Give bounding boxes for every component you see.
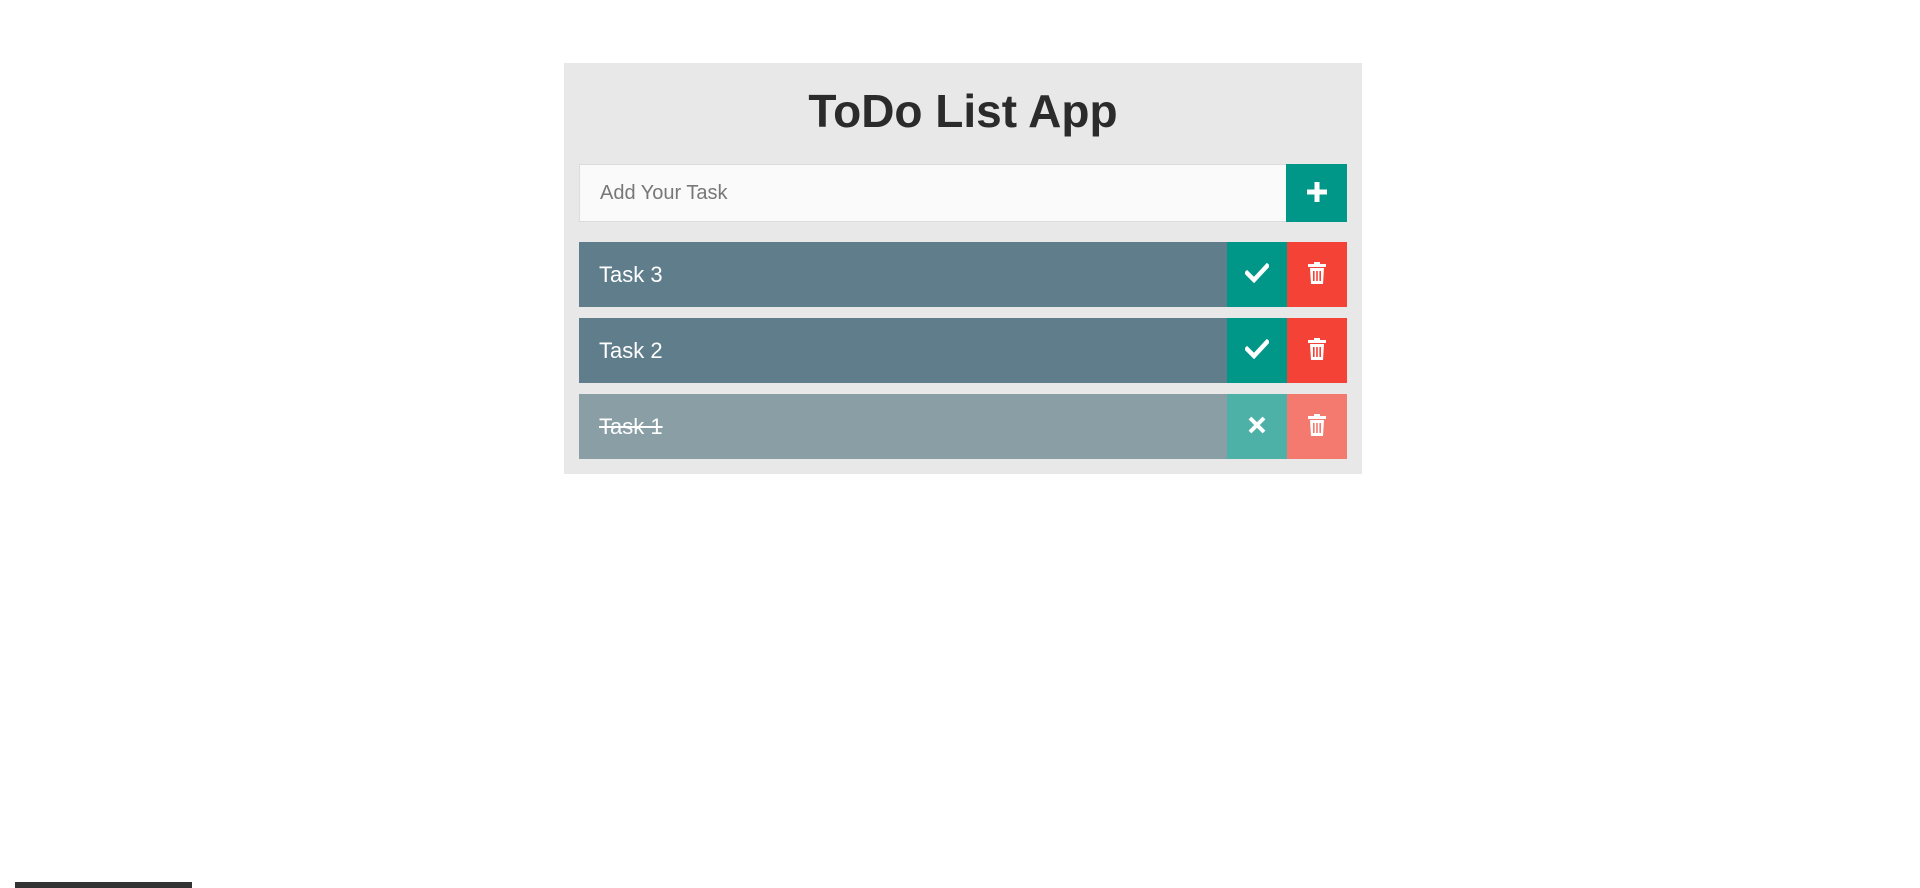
- complete-task-button[interactable]: [1227, 318, 1287, 383]
- close-icon: [1248, 416, 1266, 437]
- complete-task-button[interactable]: [1227, 242, 1287, 307]
- plus-icon: [1306, 181, 1328, 206]
- task-item: Task 3: [579, 242, 1347, 307]
- check-icon: [1243, 338, 1271, 362]
- task-input[interactable]: [579, 164, 1286, 222]
- task-label: Task 3: [579, 242, 1227, 307]
- task-label: Task 2: [579, 318, 1227, 383]
- task-label: Task 1: [579, 394, 1227, 459]
- todo-app-panel: ToDo List App Task 3: [564, 63, 1362, 474]
- delete-task-button[interactable]: [1287, 318, 1347, 383]
- bottom-bar: [15, 882, 192, 888]
- task-item-completed: Task 1: [579, 394, 1347, 459]
- check-icon: [1243, 262, 1271, 286]
- task-item: Task 2: [579, 318, 1347, 383]
- task-list: Task 3 Task 2 Task 1: [579, 242, 1347, 470]
- trash-icon: [1308, 338, 1326, 363]
- trash-icon: [1308, 262, 1326, 287]
- delete-task-button[interactable]: [1287, 394, 1347, 459]
- uncomplete-task-button[interactable]: [1227, 394, 1287, 459]
- add-task-button[interactable]: [1286, 164, 1347, 222]
- add-task-form: [579, 164, 1347, 222]
- trash-icon: [1308, 414, 1326, 439]
- delete-task-button[interactable]: [1287, 242, 1347, 307]
- page-title: ToDo List App: [808, 85, 1118, 137]
